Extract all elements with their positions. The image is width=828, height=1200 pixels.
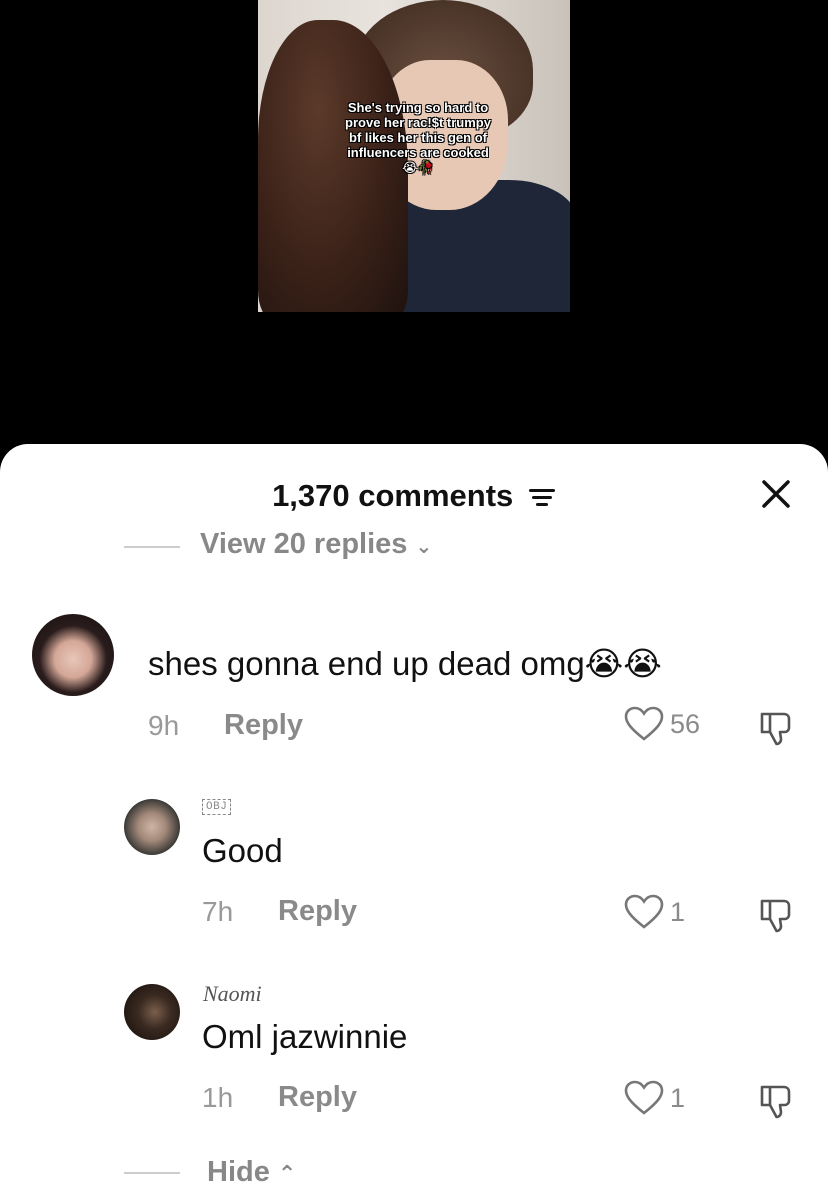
comment-text: shes gonna end up dead omg😭😭 xyxy=(148,645,662,682)
thumbs-down-icon[interactable] xyxy=(756,708,796,748)
thumbs-down-icon[interactable] xyxy=(756,1081,796,1121)
video-thumbnail[interactable]: She's trying so hard to prove her rac!$t… xyxy=(258,0,570,312)
video-player[interactable]: She's trying so hard to prove her rac!$t… xyxy=(0,0,828,460)
username-badge[interactable]: OBJ xyxy=(202,799,232,815)
filter-icon[interactable] xyxy=(528,480,556,516)
view-replies-label: View 20 replies xyxy=(200,530,408,560)
view-replies-button[interactable]: View 20 replies ⌄ xyxy=(200,530,432,561)
close-icon[interactable] xyxy=(758,476,794,512)
like-button[interactable]: 1 xyxy=(624,1080,685,1116)
heart-icon xyxy=(624,706,664,741)
avatar[interactable] xyxy=(32,614,114,696)
divider-line xyxy=(124,1172,180,1174)
heart-icon xyxy=(624,1080,664,1115)
comment-text: Good xyxy=(202,832,283,869)
comment-count-title: 1,370 comments xyxy=(0,478,828,516)
comments-header: 1,370 comments xyxy=(0,444,828,544)
reply-button[interactable]: Reply xyxy=(224,709,303,742)
comment-count-label: 1,370 comments xyxy=(272,478,514,513)
username[interactable]: Naomi xyxy=(203,981,262,1007)
avatar[interactable] xyxy=(124,799,180,855)
like-count: 1 xyxy=(670,1082,686,1113)
chevron-down-icon: ⌄ xyxy=(415,536,433,558)
comment-time: 1h xyxy=(202,1082,234,1113)
reply-button[interactable]: Reply xyxy=(278,895,357,928)
hide-replies-button[interactable]: Hide ⌃ xyxy=(207,1156,296,1189)
chevron-up-icon: ⌃ xyxy=(277,1161,297,1186)
avatar[interactable] xyxy=(124,984,180,1040)
comments-sheet: 1,370 comments View 20 replies ⌄ shes go… xyxy=(0,444,828,1200)
video-caption: She's trying so hard to prove her rac!$t… xyxy=(345,100,491,175)
like-count: 56 xyxy=(670,708,701,739)
comment-time: 9h xyxy=(148,710,180,741)
like-count: 1 xyxy=(670,896,686,927)
like-button[interactable]: 1 xyxy=(624,894,685,930)
hide-replies-row[interactable]: Hide ⌃ xyxy=(0,1150,828,1190)
thumbs-down-icon[interactable] xyxy=(756,895,796,935)
reply-button[interactable]: Reply xyxy=(278,1081,357,1114)
comment-time: 7h xyxy=(202,896,234,927)
like-button[interactable]: 56 xyxy=(624,706,700,742)
divider-line xyxy=(124,546,180,548)
view-replies-row[interactable]: View 20 replies ⌄ xyxy=(0,530,828,570)
heart-icon xyxy=(624,894,664,929)
hide-label: Hide xyxy=(207,1156,270,1188)
comment-text: Oml jazwinnie xyxy=(202,1018,408,1055)
